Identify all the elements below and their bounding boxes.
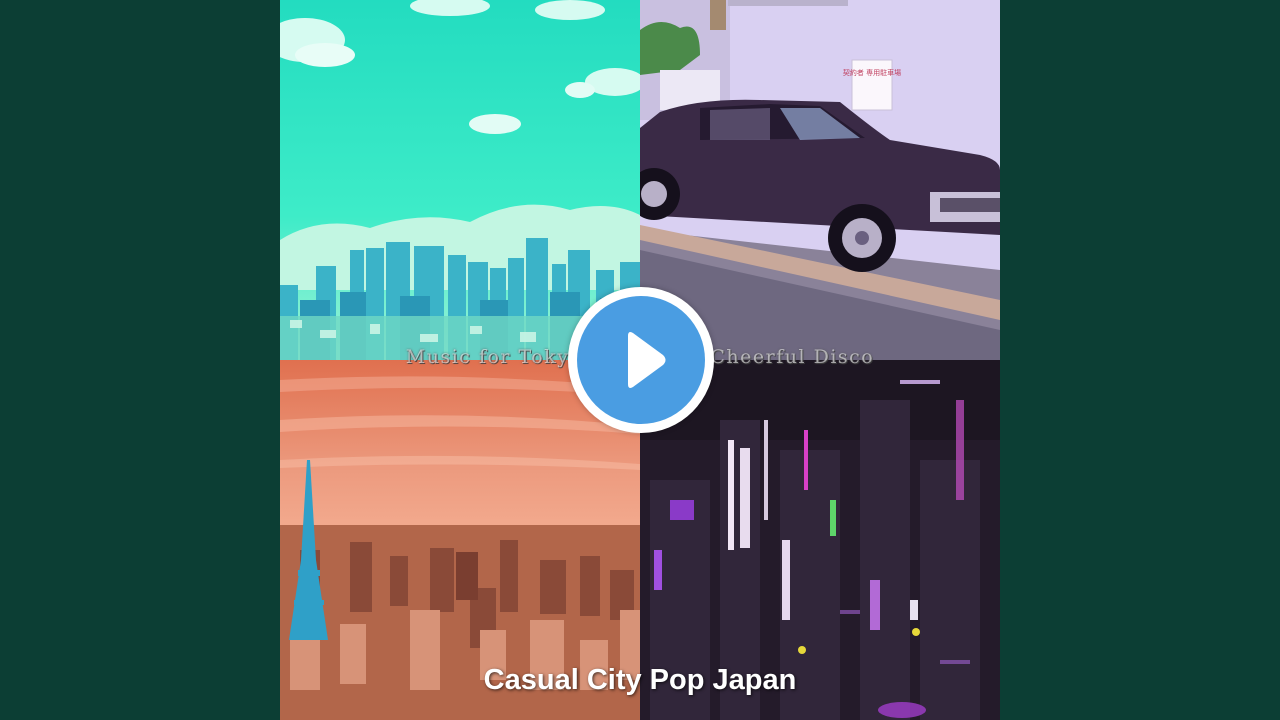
parking-sign-text: 契約者 専用駐車場 [843, 68, 901, 77]
play-button-fill [577, 296, 705, 424]
subtitle-left: Music for Tokyo [405, 346, 583, 368]
play-button[interactable] [568, 287, 714, 433]
album-title: Casual City Pop Japan [483, 664, 797, 696]
play-icon [628, 332, 666, 388]
subtitle-right: Cheerful Disco [710, 346, 875, 368]
